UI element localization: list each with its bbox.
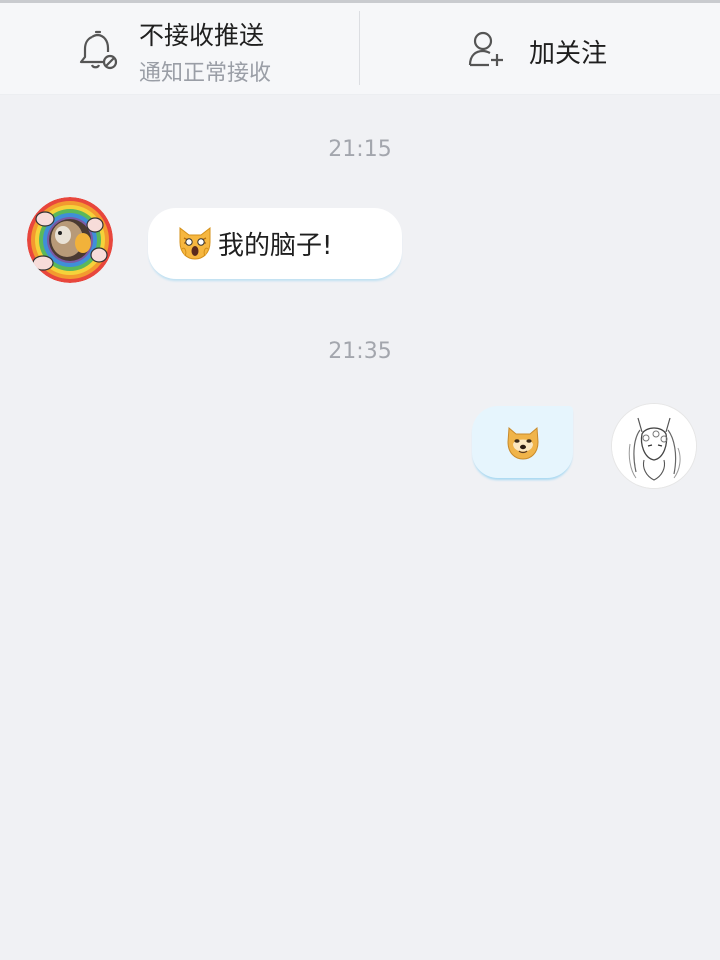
push-subtitle: 通知正常接收 [139,61,272,86]
push-title: 不接收推送 [139,21,265,50]
message-timestamp: 21:15 [328,137,392,162]
bell-muted-icon [79,30,118,70]
self-avatar[interactable] [611,403,697,489]
add-user-icon [468,31,503,67]
sketch-girl-avatar-image [612,404,696,488]
contact-avatar[interactable] [27,197,113,283]
cat-avatar-image [27,197,113,283]
action-divider [359,11,360,85]
follow-label: 加关注 [529,39,608,69]
outgoing-message-bubble[interactable] [472,406,573,478]
incoming-message-bubble[interactable]: 我的脑子! [148,208,402,279]
chat-action-bar: 不接收推送 通知正常接收 加关注 [0,3,720,95]
doge-icon [507,426,539,460]
follow-button[interactable]: 加关注 [361,3,720,95]
message-timestamp: 21:35 [328,339,392,364]
message-text: 我的脑子! [218,230,333,261]
mute-push-button[interactable]: 不接收推送 通知正常接收 [0,3,360,95]
scream-cat-icon [179,226,211,260]
